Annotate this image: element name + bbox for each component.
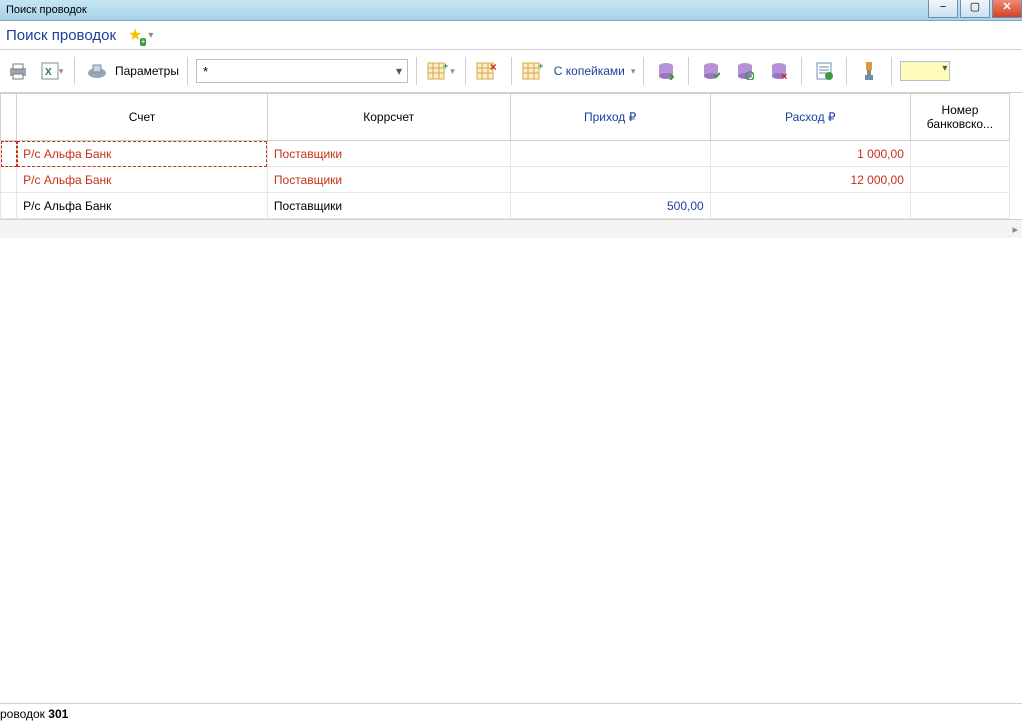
- svg-text:X: X: [45, 67, 52, 78]
- cell-expense[interactable]: [710, 193, 910, 219]
- cell-expense[interactable]: 1 000,00: [710, 141, 910, 167]
- document-icon[interactable]: [810, 59, 838, 83]
- col-income[interactable]: Приход ₽: [510, 94, 710, 141]
- col-rownum[interactable]: [1, 94, 17, 141]
- columns-filter-icon[interactable]: + ▾: [425, 59, 457, 83]
- filter-dropdown-icon[interactable]: ▾: [391, 64, 407, 78]
- cell-income[interactable]: [510, 167, 710, 193]
- params-label[interactable]: Параметры: [115, 64, 179, 78]
- cell-banknum[interactable]: [910, 141, 1009, 167]
- grid-scroll[interactable]: Счет Коррсчет Приход ₽ Расход ₽ Номер ба…: [0, 93, 1022, 703]
- minimize-button[interactable]: −: [928, 0, 958, 18]
- cell-account[interactable]: Р/с Альфа Банк: [17, 167, 268, 193]
- dropdown-icon[interactable]: ▾: [148, 30, 153, 41]
- col-corr[interactable]: Коррсчет: [267, 94, 510, 141]
- cell-account[interactable]: Р/с Альфа Банк: [17, 193, 268, 219]
- row-selector[interactable]: [1, 141, 17, 167]
- row-selector[interactable]: [1, 193, 17, 219]
- grid: Счет Коррсчет Приход ₽ Расход ₽ Номер ба…: [0, 93, 1010, 219]
- favorite-icon[interactable]: ★+: [128, 25, 142, 45]
- cell-corr[interactable]: Поставщики: [267, 141, 510, 167]
- cell-banknum[interactable]: [910, 167, 1009, 193]
- maximize-button[interactable]: ▢: [960, 0, 990, 18]
- kopeks-label[interactable]: С копейками: [554, 64, 625, 78]
- horizontal-scrollbar[interactable]: ▸: [0, 219, 1022, 238]
- filter-combo[interactable]: ▾: [196, 59, 408, 83]
- cell-corr[interactable]: Поставщики: [267, 193, 510, 219]
- db-check-icon[interactable]: [697, 59, 725, 83]
- color-dropdown-icon[interactable]: ▾: [942, 63, 947, 74]
- columns-remove-icon[interactable]: ×: [474, 59, 503, 83]
- color-picker[interactable]: ▾: [900, 61, 950, 81]
- status-bar: роводок 301: [0, 703, 1022, 724]
- close-button[interactable]: ✕: [992, 0, 1022, 18]
- export-excel-icon[interactable]: X ▾: [38, 59, 66, 83]
- col-expense[interactable]: Расход ₽: [710, 94, 910, 141]
- page-title: Поиск проводок: [6, 27, 116, 44]
- table-row[interactable]: Р/с Альфа БанкПоставщики 12 000,00: [1, 167, 1010, 193]
- kopeks-dropdown-icon[interactable]: ▾: [631, 66, 636, 77]
- cell-account[interactable]: Р/с Альфа Банк: [17, 141, 268, 167]
- col-banknum[interactable]: Номер банковско...: [910, 94, 1009, 141]
- svg-text:×: ×: [781, 71, 787, 80]
- db-refresh-icon[interactable]: [652, 59, 680, 83]
- cell-corr[interactable]: Поставщики: [267, 167, 510, 193]
- cell-income[interactable]: [510, 141, 710, 167]
- toolbar: X ▾ Параметры ▾ + ▾ × + С копейками ▾: [0, 50, 1022, 93]
- columns-add-icon[interactable]: +: [520, 59, 548, 83]
- filter-input[interactable]: [197, 64, 391, 79]
- cell-banknum[interactable]: [910, 193, 1009, 219]
- row-selector[interactable]: [1, 167, 17, 193]
- window-title-bar: Поиск проводок − ▢ ✕: [0, 0, 1022, 21]
- settings-icon[interactable]: [83, 59, 111, 83]
- window-title: Поиск проводок: [6, 4, 87, 16]
- table-row[interactable]: Р/с Альфа БанкПоставщики 1 000,00: [1, 141, 1010, 167]
- brush-icon[interactable]: [855, 59, 883, 83]
- status-count-value: 301: [48, 707, 68, 721]
- col-account[interactable]: Счет: [17, 94, 268, 141]
- db-reload-icon[interactable]: [731, 59, 759, 83]
- status-count-label: роводок: [0, 707, 45, 721]
- print-icon[interactable]: [4, 59, 32, 83]
- db-delete-icon[interactable]: ×: [765, 59, 793, 83]
- table-row[interactable]: Р/с Альфа БанкПоставщики500,00: [1, 193, 1010, 219]
- cell-income[interactable]: 500,00: [510, 193, 710, 219]
- cell-expense[interactable]: 12 000,00: [710, 167, 910, 193]
